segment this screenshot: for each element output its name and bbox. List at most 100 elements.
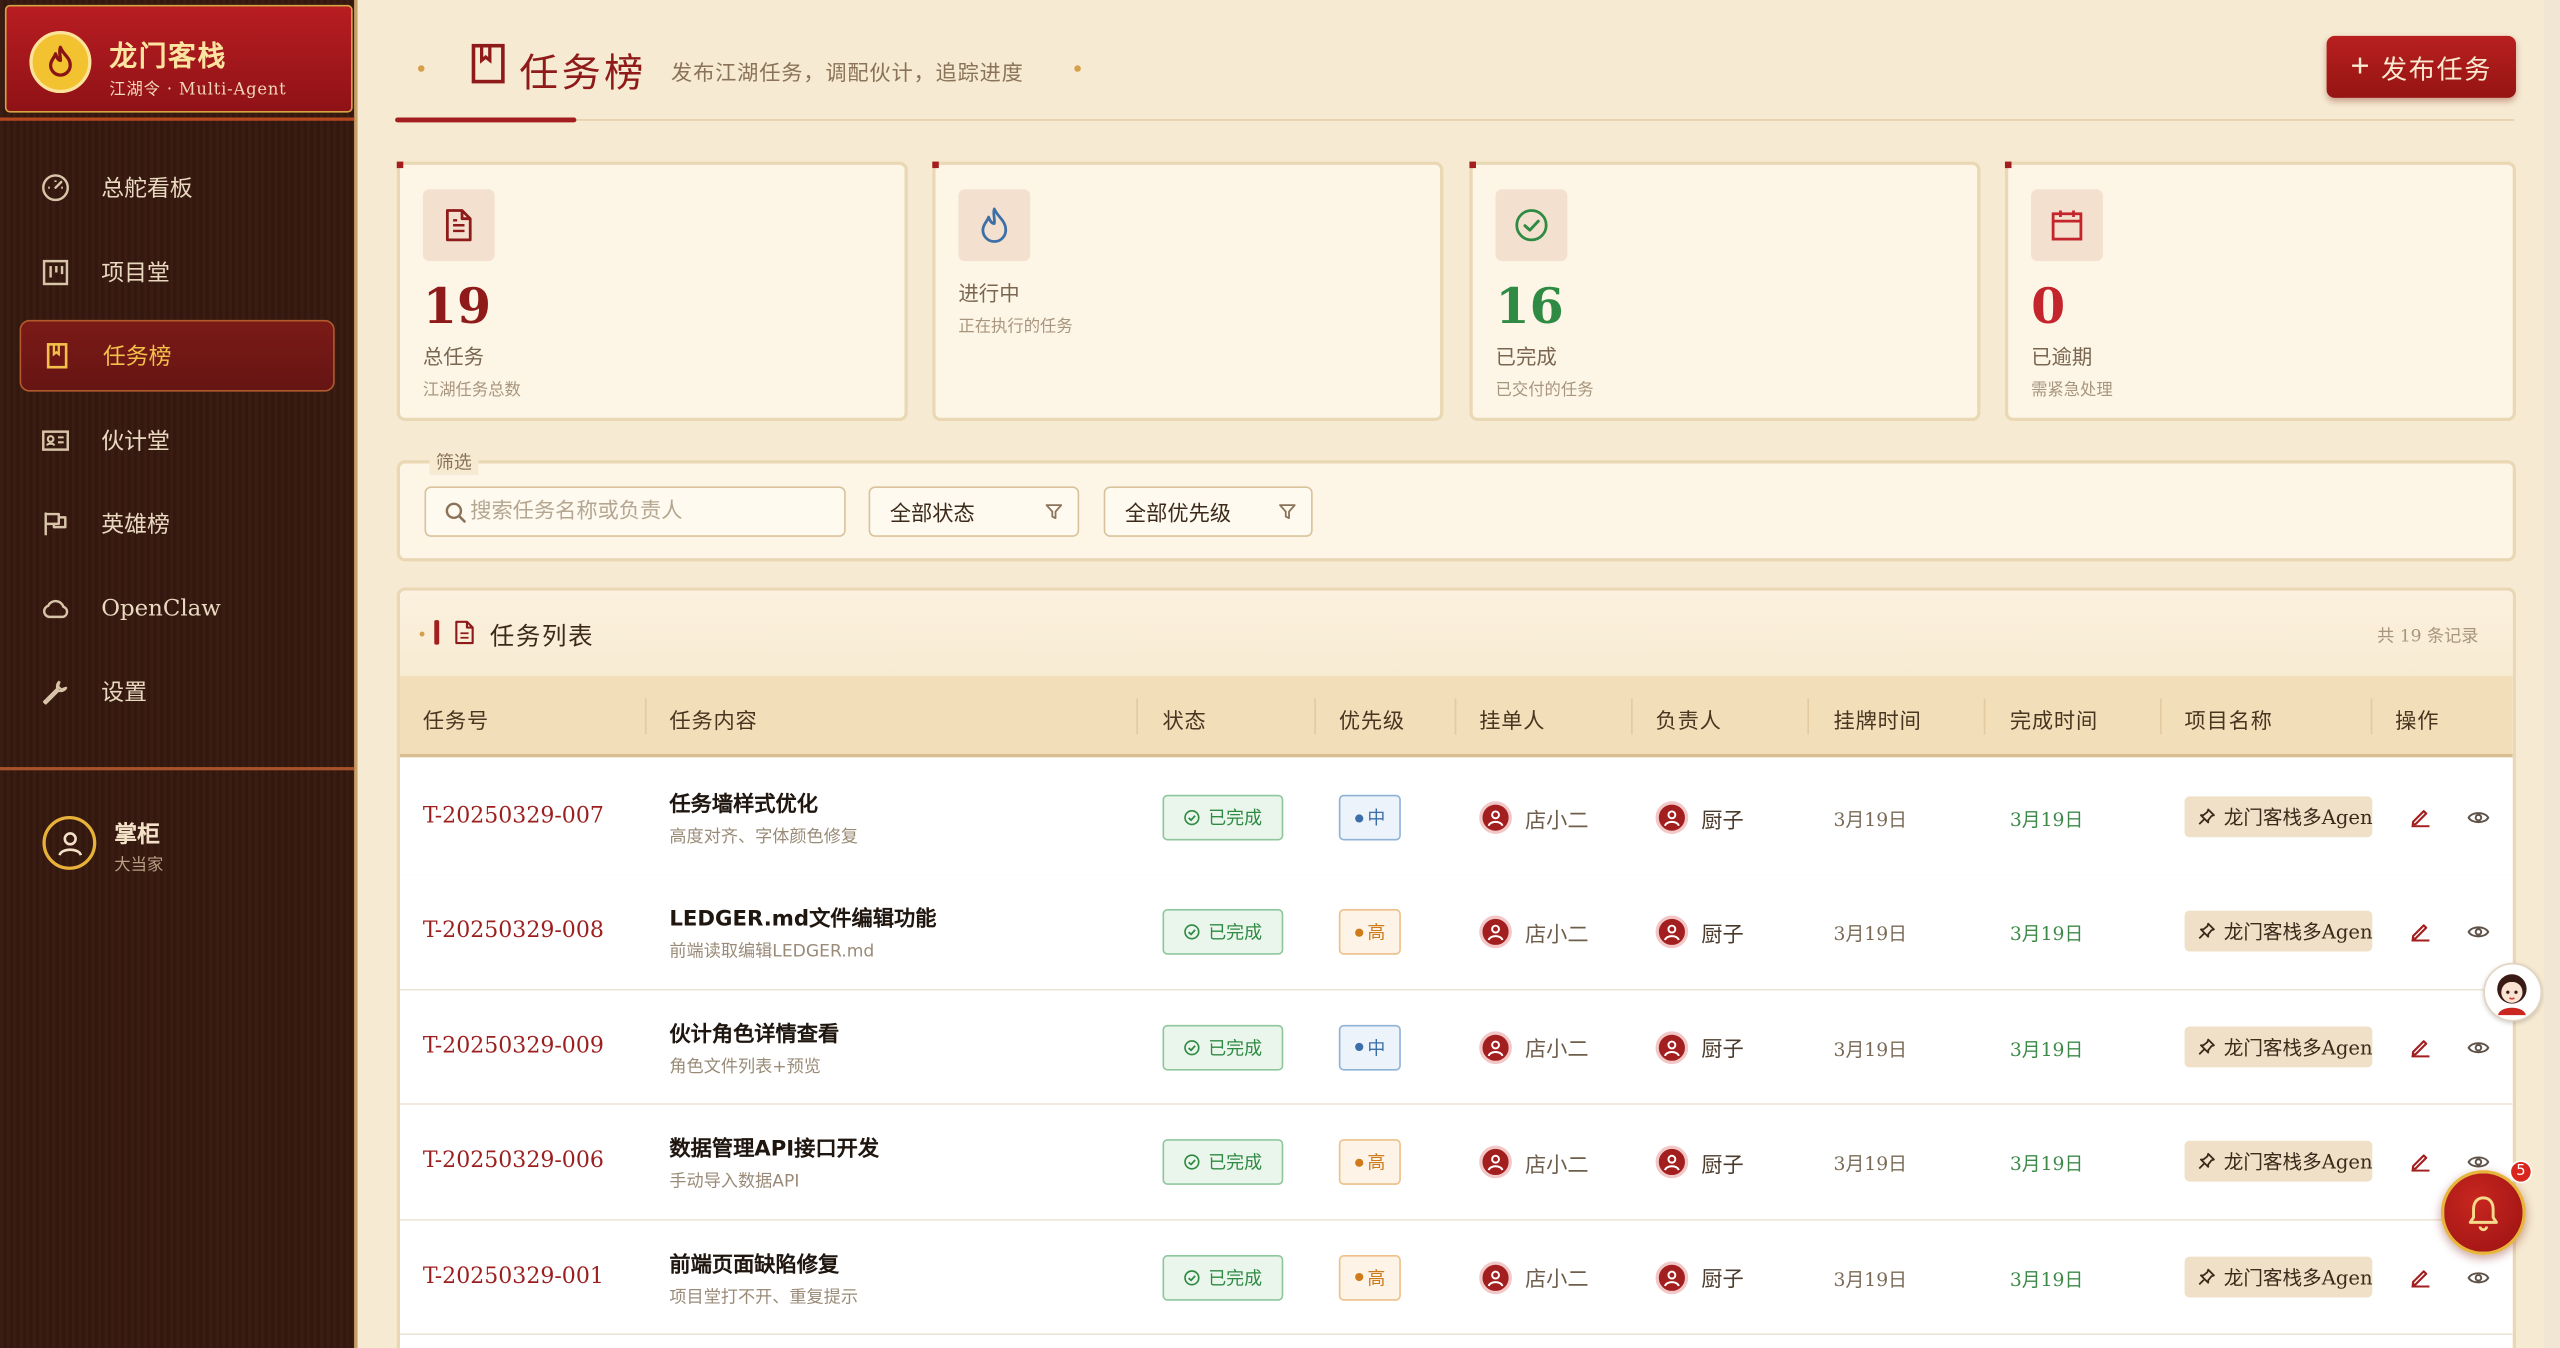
column-header[interactable]: 状态	[1162, 703, 1206, 734]
sidebar-item-label: OpenClaw	[101, 594, 221, 621]
dashboard-icon	[39, 171, 72, 204]
task-title[interactable]: 数据管理API接口开发	[669, 1131, 879, 1162]
status-text: 已完成	[1208, 807, 1263, 830]
owner-name: 厨子	[1701, 1153, 1744, 1178]
panel-ornament	[419, 631, 425, 637]
edit-icon[interactable]	[2410, 1036, 2431, 1058]
task-id-link[interactable]: T-20250329-006	[423, 1148, 604, 1174]
column-separator	[1136, 698, 1138, 735]
priority-select-value: 全部优先级	[1124, 502, 1232, 528]
project-tag[interactable]: 龙门客栈多Agen	[2184, 911, 2373, 953]
column-separator	[1314, 698, 1316, 735]
task-title[interactable]: 前端页面缺陷修复	[669, 1246, 839, 1277]
project-tag[interactable]: 龙门客栈多Agen	[2184, 1141, 2373, 1182]
panel-accent-bar	[434, 620, 440, 645]
eye-icon[interactable]	[2467, 1038, 2490, 1058]
eye-icon[interactable]	[2467, 1267, 2490, 1287]
project-tag[interactable]: 龙门客栈多Agen	[2184, 1026, 2373, 1067]
status-select[interactable]: 全部状态	[868, 486, 1080, 537]
page-scrollbar[interactable]	[2543, 0, 2560, 1348]
person-avatar-icon	[1479, 916, 1512, 949]
sidebar-item-staff[interactable]: 伙计堂	[20, 404, 335, 476]
plus-icon: +	[2350, 48, 2372, 85]
task-id-link[interactable]: T-20250329-008	[423, 918, 604, 944]
project-tag[interactable]: 龙门客栈多Agen	[2184, 796, 2373, 838]
owner-name: 厨子	[1701, 1038, 1744, 1063]
column-header[interactable]: 负责人	[1656, 703, 1722, 734]
sidebar-item-openclaw[interactable]: OpenClaw	[20, 572, 335, 644]
pin-icon	[2198, 1268, 2215, 1285]
task-id-link[interactable]: T-20250329-007	[423, 803, 604, 829]
edit-icon[interactable]	[2410, 806, 2431, 828]
completed-time: 3月19日	[2009, 1267, 2084, 1291]
eye-icon[interactable]	[2467, 808, 2490, 828]
check-circle-icon	[1495, 189, 1568, 262]
sidebar-item-heroes[interactable]: 英雄榜	[20, 488, 335, 560]
priority-badge: 中	[1338, 1024, 1401, 1071]
table-header: 任务号 任务内容 状态 优先级 挂单人 负责人 挂牌时间 完成时间 项目名称 操…	[400, 675, 2513, 758]
panel-header: 任务列表 共 19 条记录	[400, 590, 2513, 676]
person-avatar-icon	[1655, 801, 1689, 834]
edit-icon[interactable]	[2410, 921, 2431, 943]
assistant-avatar-icon	[2497, 974, 2527, 1016]
brand-header[interactable]: 龙门客栈 江湖令 · Multi-Agent	[4, 4, 353, 113]
stat-description: 需紧急处理	[2031, 381, 2113, 400]
owner: 厨子	[1655, 1141, 1744, 1183]
sidebar-item-dashboard[interactable]: 总舵看板	[20, 152, 335, 224]
posted-time: 3月19日	[1833, 922, 1907, 946]
search-input[interactable]	[424, 486, 846, 537]
owner: 厨子	[1655, 1256, 1744, 1298]
publish-task-button[interactable]: + 发布任务	[2326, 35, 2516, 98]
column-header[interactable]: 任务号	[423, 703, 489, 734]
table-row[interactable]: T-20250329-006 数据管理API接口开发 手动导入数据API 已完成 高 店小…	[400, 1105, 2513, 1221]
filter-icon	[1279, 504, 1296, 520]
column-header[interactable]: 项目名称	[2185, 703, 2273, 734]
column-header[interactable]: 完成时间	[2010, 703, 2098, 734]
edit-icon[interactable]	[2410, 1151, 2431, 1172]
brand-divider	[0, 117, 355, 121]
status-select-value: 全部状态	[889, 502, 975, 528]
project-tag[interactable]: 龙门客栈多Agen	[2184, 1255, 2373, 1297]
status-badge: 已完成	[1162, 1254, 1284, 1301]
table-row[interactable]: T-20250329-008 LEDGER.md文件编辑功能 前端读取编辑LEDGE…	[400, 875, 2513, 991]
pin-icon	[2198, 1153, 2215, 1170]
table-row[interactable]: T-20250329-009 伙计角色详情查看 角色文件列表+预览 已完成 中 店小二 厨子…	[400, 990, 2513, 1106]
eye-icon[interactable]	[2467, 1152, 2490, 1172]
notification-button[interactable]	[2440, 1170, 2526, 1256]
document-icon	[455, 620, 474, 645]
table-row[interactable]: T-20250329-001 前端页面缺陷修复 项目堂打不开、重复提示 已完成 高 店小二…	[400, 1220, 2513, 1336]
sidebar-item-tasks[interactable]: 任务榜	[19, 319, 335, 392]
priority-badge: 高	[1338, 1254, 1401, 1301]
eye-icon[interactable]	[2467, 923, 2490, 943]
column-header[interactable]: 任务内容	[669, 703, 757, 734]
page-subtitle: 发布江湖任务，调配伙计，追踪进度	[671, 62, 1024, 87]
status-text: 已完成	[1208, 1152, 1263, 1174]
column-header[interactable]: 挂单人	[1479, 703, 1545, 734]
sidebar-item-projects[interactable]: 项目堂	[20, 236, 335, 308]
sidebar-item-settings[interactable]: 设置	[20, 656, 335, 728]
task-title[interactable]: 伙计角色详情查看	[669, 1016, 839, 1047]
table-row[interactable]: T-20250329-007 任务墙样式优化 高度对齐、字体颜色修复 已完成 中 店小二 厨…	[400, 760, 2513, 876]
priority-select[interactable]: 全部优先级	[1103, 486, 1313, 537]
header-ornament	[417, 65, 425, 72]
poster-name: 店小二	[1524, 923, 1589, 949]
owner: 厨子	[1655, 796, 1744, 838]
wrench-icon	[39, 676, 72, 709]
posted-time: 3月19日	[1833, 1267, 1907, 1291]
task-title[interactable]: LEDGER.md文件编辑功能	[669, 902, 936, 932]
task-title[interactable]: 任务墙样式优化	[669, 787, 818, 817]
task-id-link[interactable]: T-20250329-009	[423, 1033, 604, 1059]
person-avatar-icon	[1655, 1145, 1689, 1179]
column-header[interactable]: 优先级	[1339, 703, 1405, 734]
stat-label: 已逾期	[2031, 344, 2093, 369]
search-icon	[445, 502, 466, 523]
poster: 店小二	[1479, 911, 1589, 953]
page-title: 任务榜	[519, 50, 647, 97]
poster: 店小二	[1479, 796, 1589, 838]
priority-badge: 中	[1338, 794, 1401, 841]
edit-icon[interactable]	[2410, 1266, 2431, 1287]
assistant-avatar[interactable]	[2483, 962, 2543, 1022]
task-id-link[interactable]: T-20250329-001	[423, 1263, 604, 1289]
priority-text: 中	[1367, 807, 1386, 830]
column-header[interactable]: 挂牌时间	[1834, 703, 1922, 734]
